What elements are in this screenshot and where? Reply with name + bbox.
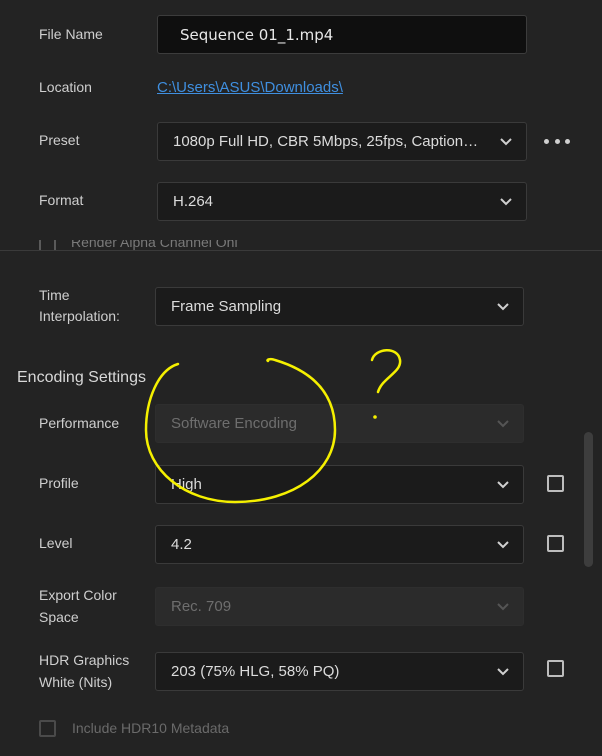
performance-dropdown: Software Encoding bbox=[155, 404, 524, 443]
color-space-label-2: Space bbox=[39, 609, 79, 625]
more-options-icon[interactable] bbox=[544, 132, 570, 150]
chevron-down-icon bbox=[497, 302, 509, 310]
chevron-down-icon bbox=[497, 540, 509, 548]
preset-label: Preset bbox=[39, 132, 80, 148]
hdr-graphics-label-1: HDR Graphics bbox=[39, 652, 130, 668]
profile-label: Profile bbox=[39, 475, 79, 491]
profile-checkbox[interactable] bbox=[547, 475, 564, 492]
format-value: H.264 bbox=[173, 193, 214, 210]
time-interpolation-dropdown[interactable]: Frame Sampling bbox=[155, 287, 524, 326]
hdr10-metadata-checkbox[interactable] bbox=[39, 720, 56, 737]
level-checkbox[interactable] bbox=[547, 535, 564, 552]
performance-label: Performance bbox=[39, 415, 120, 431]
level-value: 4.2 bbox=[171, 536, 192, 553]
file-name-value: Sequence 01_1.mp4 bbox=[180, 25, 334, 44]
format-label: Format bbox=[39, 192, 84, 208]
scrollbar-thumb[interactable] bbox=[584, 432, 593, 567]
color-space-dropdown: Rec. 709 bbox=[155, 587, 524, 626]
level-dropdown[interactable]: 4.2 bbox=[155, 525, 524, 564]
format-dropdown[interactable]: H.264 bbox=[157, 182, 527, 221]
time-interpolation-label-1: Time bbox=[39, 287, 70, 303]
level-label: Level bbox=[39, 535, 73, 551]
profile-value: High bbox=[171, 476, 202, 493]
chevron-down-icon bbox=[500, 137, 512, 145]
file-name-input[interactable]: Sequence 01_1.mp4 bbox=[157, 15, 527, 54]
question-mark-annotation bbox=[370, 349, 402, 394]
preset-value: 1080p Full HD, CBR 5Mbps, 25fps, Caption… bbox=[173, 133, 515, 150]
chevron-down-icon bbox=[497, 667, 509, 675]
preset-dropdown[interactable]: 1080p Full HD, CBR 5Mbps, 25fps, Caption… bbox=[157, 122, 527, 161]
hdr-graphics-checkbox[interactable] bbox=[547, 660, 564, 677]
color-space-value: Rec. 709 bbox=[171, 598, 232, 615]
hdr-graphics-value: 203 (75% HLG, 58% PQ) bbox=[171, 663, 340, 680]
chevron-down-icon bbox=[500, 197, 512, 205]
render-alpha-label: Render Alpha Channel Only bbox=[71, 240, 238, 250]
panel-divider bbox=[0, 250, 602, 251]
chevron-down-icon bbox=[497, 419, 509, 427]
hdr10-metadata-label: Include HDR10 Metadata bbox=[72, 720, 230, 736]
hdr-graphics-label-2: White (Nits) bbox=[39, 674, 113, 690]
profile-dropdown[interactable]: High bbox=[155, 465, 524, 504]
time-interpolation-value: Frame Sampling bbox=[171, 298, 282, 315]
file-name-label: File Name bbox=[39, 26, 103, 42]
location-link[interactable]: C:\Users\ASUS\Downloads\ bbox=[157, 79, 343, 96]
color-space-label-1: Export Color bbox=[39, 587, 117, 603]
chevron-down-icon bbox=[497, 602, 509, 610]
chevron-down-icon bbox=[497, 480, 509, 488]
time-interpolation-label-2: Interpolation: bbox=[39, 308, 120, 324]
location-label: Location bbox=[39, 79, 92, 95]
encoding-settings-title: Encoding Settings bbox=[17, 369, 146, 386]
hdr-graphics-dropdown[interactable]: 203 (75% HLG, 58% PQ) bbox=[155, 652, 524, 691]
performance-value: Software Encoding bbox=[171, 415, 297, 432]
